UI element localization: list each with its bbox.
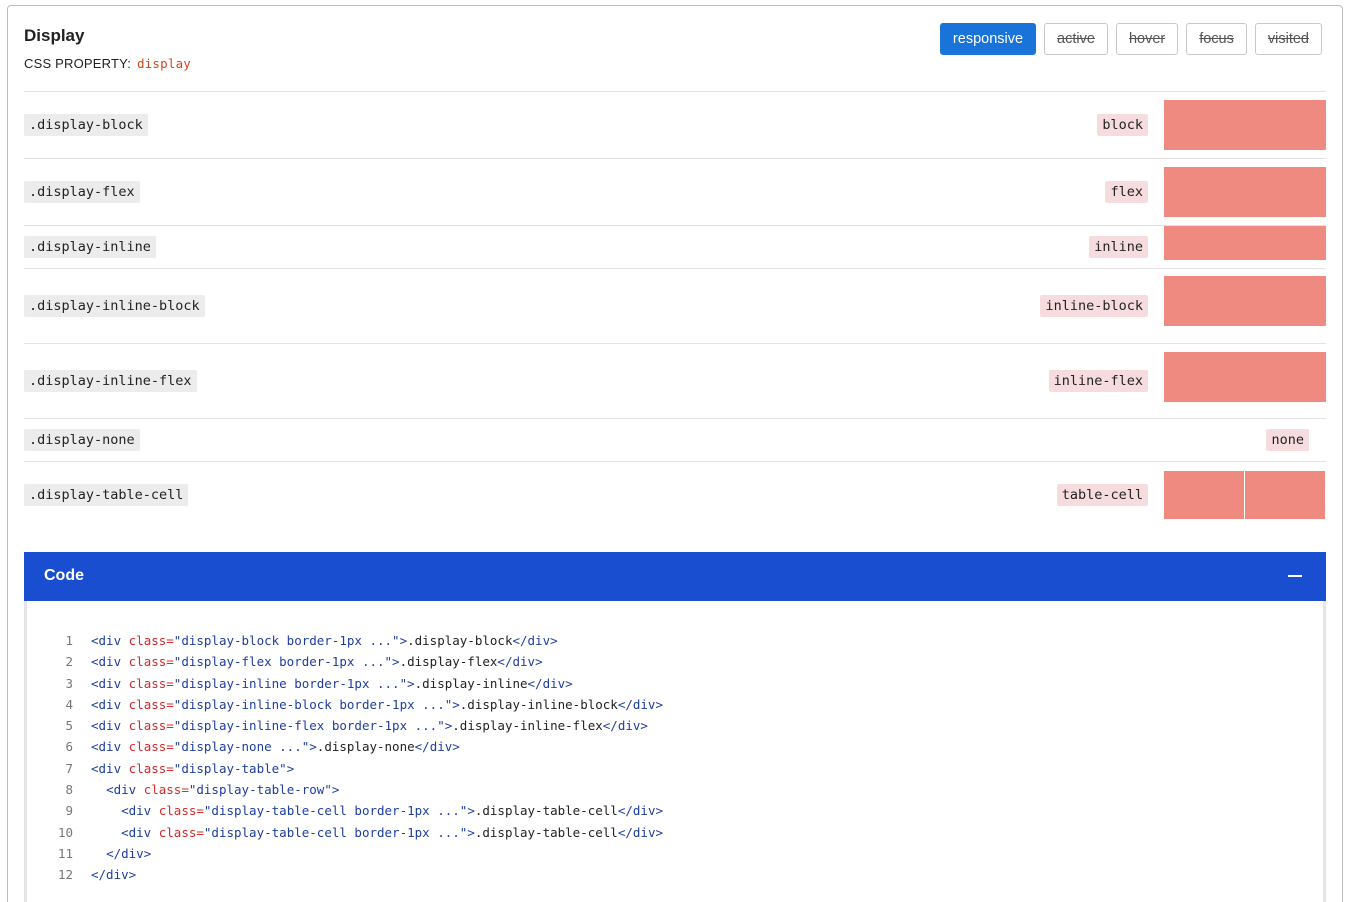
code-text: <div class="display-table-cell border-1p… (121, 803, 664, 819)
example-swatch (1164, 276, 1326, 326)
utility-row: .display-inline-block inline-block (24, 269, 1326, 344)
code-text: <div class="display-flex border-1px ..."… (91, 654, 543, 670)
collapse-icon[interactable] (1288, 575, 1302, 577)
example-swatch (1164, 471, 1244, 519)
variant-button-active[interactable]: active (1044, 23, 1108, 55)
utility-row: .display-flex flex (24, 159, 1326, 226)
line-number: 12 (57, 867, 73, 883)
code-panel-header[interactable]: Code (24, 552, 1326, 601)
variant-button-visited[interactable]: visited (1254, 23, 1322, 55)
utility-value-badge: flex (1105, 181, 1148, 203)
line-number: 7 (65, 760, 73, 776)
variant-button-responsive[interactable]: responsive (939, 23, 1037, 55)
css-property-label: CSS PROPERTY: (24, 56, 132, 71)
utility-class-name: .display-inline-flex (24, 370, 197, 392)
code-text: <div class="display-inline border-1px ..… (91, 675, 573, 691)
code-text: <div class="display-none ...">.display-n… (91, 739, 460, 755)
utility-class-name: .display-inline (24, 236, 156, 258)
code-text: <div class="display-inline-block border-… (91, 696, 663, 712)
css-property-line: CSS PROPERTY: display (24, 56, 191, 71)
code-text: <div class="display-table-cell border-1p… (121, 824, 664, 840)
example-swatch (1164, 167, 1326, 217)
utility-value-badge: inline-flex (1048, 370, 1148, 392)
utility-value-badge: table-cell (1056, 484, 1148, 506)
utility-row: .display-none none (24, 419, 1326, 462)
utility-class-name: .display-block (24, 114, 148, 136)
line-number: 1 (65, 633, 73, 648)
code-text: </div> (91, 867, 137, 883)
code-text: </div> (106, 845, 152, 861)
example-swatch (1164, 100, 1326, 150)
line-number: 8 (65, 782, 73, 798)
code-panel-body: 1 <div class="display-block border-1px ..… (24, 601, 1326, 902)
page-title: Display (24, 26, 85, 45)
code-text: <div class="display-inline-flex border-1… (91, 718, 648, 734)
utility-value-badge: inline (1089, 236, 1148, 258)
utility-row: .display-inline-flex inline-flex (24, 344, 1326, 419)
variant-button-focus[interactable]: focus (1186, 23, 1247, 55)
variant-button-group: responsive active hover focus visited (939, 23, 1322, 55)
utility-row: .display-table-cell table-cell (24, 462, 1326, 528)
code-text: <div class="display-table"> (91, 760, 295, 776)
line-number: 2 (65, 654, 73, 670)
utility-value-badge: block (1097, 114, 1148, 136)
line-number: 10 (57, 824, 73, 840)
line-number: 4 (65, 696, 73, 712)
utility-value-badge: none (1266, 429, 1309, 451)
css-property-name: display (136, 56, 192, 71)
line-number: 11 (57, 845, 73, 861)
example-swatch (1164, 352, 1326, 402)
variant-button-hover[interactable]: hover (1115, 23, 1179, 55)
utility-row: .display-block block (24, 92, 1326, 159)
line-number: 6 (65, 739, 73, 755)
utility-value-badge: inline-block (1040, 295, 1148, 317)
utility-row: .display-inline inline (24, 226, 1326, 269)
utility-class-name: .display-none (24, 429, 140, 451)
code-panel-title: Code (44, 567, 84, 584)
code-text: <div class="display-table-row"> (106, 782, 340, 798)
code-text: <div class="display-block border-1px ...… (91, 633, 558, 648)
line-number: 9 (65, 803, 73, 819)
line-number: 5 (65, 718, 73, 734)
line-number: 3 (65, 675, 73, 691)
example-swatch (1164, 226, 1326, 260)
utility-class-name: .display-table-cell (24, 484, 189, 506)
example-swatch (1245, 471, 1325, 519)
utility-class-list: .display-block block .display-flex flex … (24, 91, 1326, 528)
utility-class-name: .display-flex (24, 181, 140, 203)
utility-class-name: .display-inline-block (24, 295, 205, 317)
